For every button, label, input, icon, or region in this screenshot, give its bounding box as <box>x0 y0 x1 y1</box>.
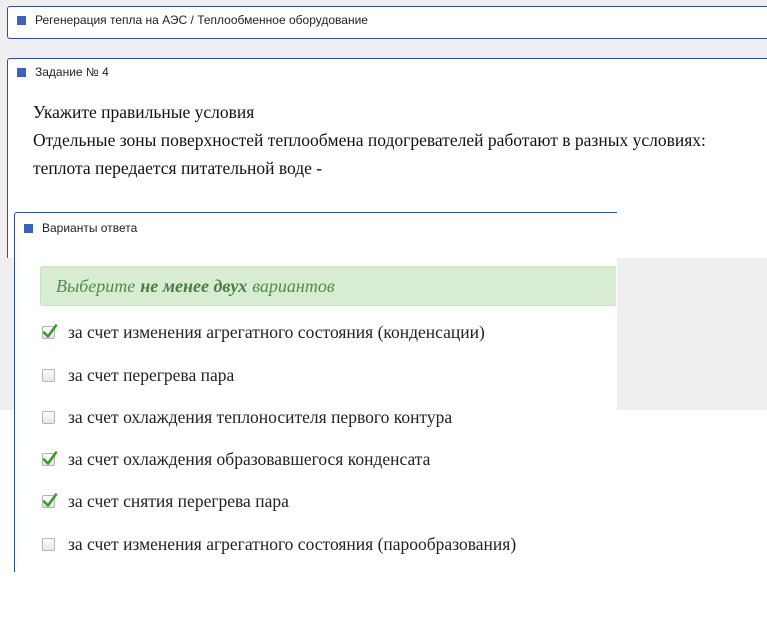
answer-option[interactable]: за счет изменения агрегатного состояния … <box>42 322 485 343</box>
blue-square-icon <box>17 15 26 25</box>
breadcrumb: Регенерация тепла на АЭС / Теплообменное… <box>17 13 368 27</box>
answer-option[interactable]: за счет перегрева пара <box>42 365 234 386</box>
hint-prefix: Выберите <box>56 275 136 296</box>
blue-square-icon <box>24 223 33 233</box>
answer-option-label: за счет снятия перегрева пара <box>68 491 289 511</box>
answer-checkbox[interactable] <box>42 324 58 339</box>
answer-option-label: за счет изменения агрегатного состояния … <box>68 534 517 554</box>
answers-header: Варианты ответа <box>24 221 137 235</box>
green-checkmark-icon <box>42 324 58 338</box>
answer-option[interactable]: за счет изменения агрегатного состояния … <box>42 534 516 555</box>
answer-checkbox[interactable] <box>42 411 55 424</box>
hint-emphasis: не менее двух <box>140 275 248 296</box>
breadcrumb-text: Регенерация тепла на АЭС / Теплообменное… <box>35 13 368 27</box>
question-text: Укажите правильные условия Отдельные зон… <box>33 98 763 182</box>
answer-checkbox[interactable] <box>42 538 55 551</box>
green-checkmark-icon <box>42 451 58 465</box>
blue-square-icon <box>17 67 26 77</box>
answer-checkbox[interactable] <box>42 369 55 382</box>
answer-option-label: за счет изменения агрегатного состояния … <box>68 322 485 342</box>
task-title: Задание № 4 <box>35 65 109 79</box>
task-header: Задание № 4 <box>17 65 109 79</box>
answer-checkbox[interactable] <box>42 451 58 466</box>
answer-option-label: за счет охлаждения образовавшегося конде… <box>68 449 431 469</box>
answer-option-label: за счет охлаждения теплоносителя первого… <box>68 407 453 427</box>
answer-option-label: за счет перегрева пара <box>68 365 235 385</box>
selection-hint: Выберите не менее двух вариантов <box>40 266 616 306</box>
answers-title: Варианты ответа <box>42 221 138 235</box>
green-checkmark-icon <box>42 493 58 507</box>
question-line: Укажите правильные условия <box>33 102 255 122</box>
question-line: Отдельные зоны поверхностей теплообмена … <box>33 130 706 150</box>
question-line: теплота передается питательной воде - <box>33 158 323 178</box>
answer-checkbox[interactable] <box>42 493 58 508</box>
answer-option[interactable]: за счет снятия перегрева пара <box>42 491 289 512</box>
hint-suffix: вариантов <box>252 275 335 296</box>
answer-option[interactable]: за счет охлаждения теплоносителя первого… <box>42 407 452 428</box>
answer-option[interactable]: за счет охлаждения образовавшегося конде… <box>42 449 430 470</box>
